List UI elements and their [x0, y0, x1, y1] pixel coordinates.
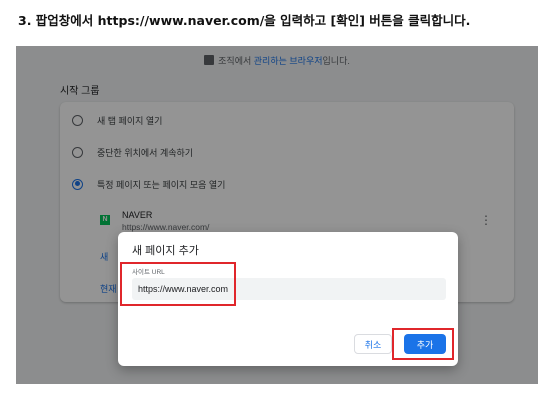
browser-settings-screen: 조직에서 관리하는 브라우저입니다. 시작 그룹 새 탭 페이지 열기 중단한 … — [16, 46, 538, 384]
dialog-title: 새 페이지 추가 — [132, 245, 199, 257]
add-button-highlight — [392, 328, 454, 360]
url-field-highlight — [120, 262, 236, 306]
instruction-text: 3. 팝업창에서 https://www.naver.com/을 입력하고 [확… — [18, 13, 471, 28]
cancel-button[interactable]: 취소 — [354, 334, 392, 354]
